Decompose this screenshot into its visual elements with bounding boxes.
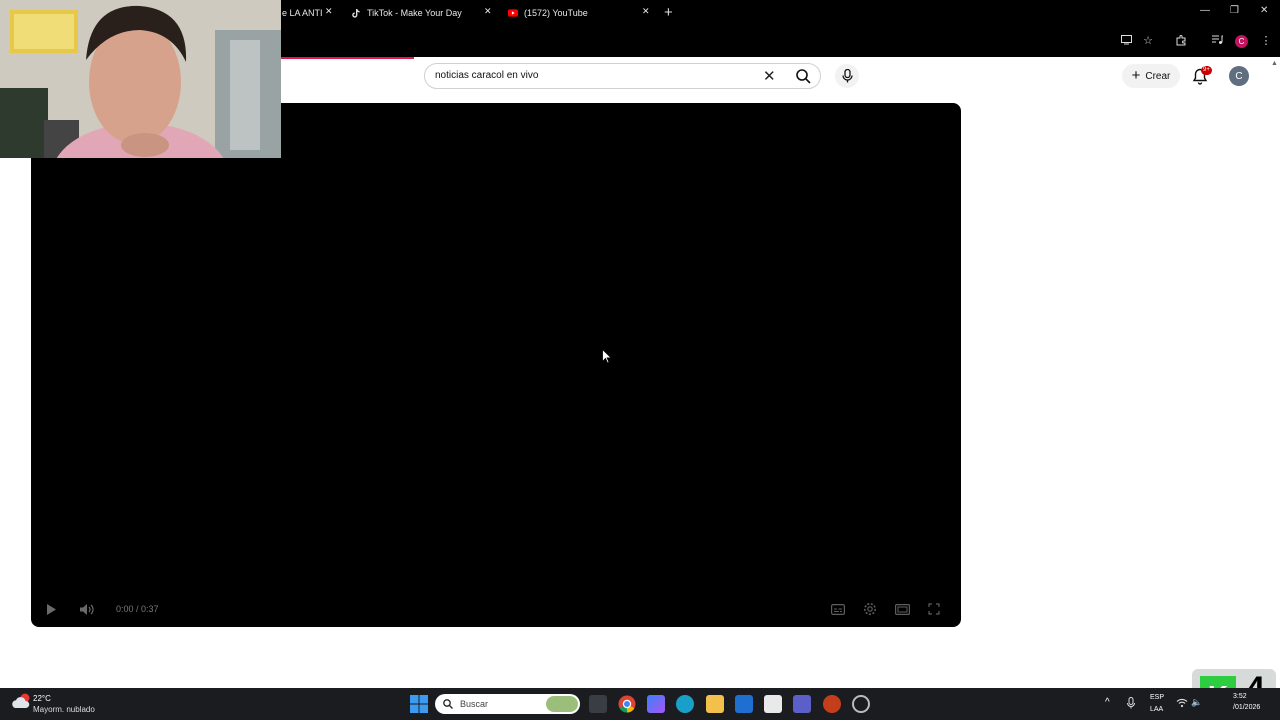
clear-search-icon[interactable]: ✕ — [763, 67, 776, 85]
install-app-icon[interactable] — [1119, 33, 1133, 47]
video-player[interactable]: 0:00 / 0:37 — [31, 103, 961, 627]
settings-button[interactable] — [862, 601, 878, 617]
search-highlight-image — [546, 696, 578, 712]
create-label: Crear — [1145, 70, 1171, 82]
settings-taskbar-icon[interactable] — [852, 695, 870, 713]
youtube-icon — [508, 8, 518, 18]
tray-overflow-chevron-icon[interactable]: ^ — [1105, 697, 1110, 708]
create-button[interactable]: + Crear — [1122, 64, 1180, 88]
time-display: 0:00 / 0:37 — [116, 604, 159, 614]
weather-description[interactable]: Mayorm. nublado — [33, 705, 95, 714]
microsoft-store-icon[interactable] — [764, 695, 782, 713]
weather-temperature[interactable]: 22°C — [33, 694, 51, 703]
speaker-icon[interactable]: 🔈 — [1191, 697, 1202, 708]
theater-mode-button[interactable] — [894, 601, 910, 617]
clock-time[interactable]: 3:52 — [1233, 693, 1247, 700]
tab-3-title: (1572) YouTube — [524, 8, 588, 18]
tab-3-close-icon[interactable]: ✕ — [642, 6, 650, 17]
fullscreen-icon — [928, 603, 940, 615]
tab-1[interactable]: e LA ANTI — [282, 0, 342, 26]
task-view-icon[interactable] — [589, 695, 607, 713]
page-loading-bar — [280, 57, 414, 59]
media-controls-icon[interactable] — [1210, 33, 1224, 47]
chrome-menu-icon[interactable]: ⋮ — [1259, 33, 1273, 47]
play-button[interactable] — [44, 601, 60, 617]
minimize-icon[interactable]: — — [1200, 5, 1210, 16]
search-input[interactable]: noticias caracol en vivo — [435, 70, 538, 81]
volume-button[interactable] — [78, 601, 94, 617]
windows-taskbar — [0, 688, 1280, 720]
browser-profile-avatar[interactable]: C — [1235, 35, 1248, 48]
plus-icon: + — [1131, 67, 1141, 84]
windows-start-icon[interactable] — [410, 695, 428, 713]
mail-icon[interactable] — [735, 695, 753, 713]
teams-icon[interactable] — [793, 695, 811, 713]
tab-2[interactable]: TikTok - Make Your Day — [351, 0, 491, 26]
notification-badge: 9+ — [1201, 66, 1212, 75]
theater-mode-icon — [894, 603, 910, 615]
chrome-taskbar-icon[interactable] — [618, 695, 636, 713]
webcam-feed — [0, 0, 281, 158]
clock-date[interactable]: /01/2026 — [1233, 704, 1260, 711]
window-close-icon[interactable]: ✕ — [1260, 5, 1268, 16]
powerpoint-icon[interactable] — [823, 695, 841, 713]
restore-icon[interactable]: ❐ — [1230, 5, 1239, 16]
taskbar-search-icon — [443, 699, 453, 709]
tab-1-close-icon[interactable]: ✕ — [325, 6, 333, 17]
webcam-overlay — [0, 0, 281, 158]
volume-icon — [79, 603, 94, 615]
new-tab-icon[interactable]: + — [664, 4, 673, 21]
fullscreen-button[interactable] — [926, 601, 942, 617]
language-bottom[interactable]: LAA — [1150, 706, 1163, 713]
voice-search-button[interactable] — [835, 64, 859, 88]
wifi-icon[interactable] — [1176, 698, 1188, 708]
tab-2-title: TikTok - Make Your Day — [367, 8, 462, 18]
tab-2-close-icon[interactable]: ✕ — [484, 6, 492, 17]
taskbar-search-placeholder: Buscar — [460, 699, 489, 709]
tray-microphone-icon[interactable] — [1127, 697, 1135, 709]
copilot-icon[interactable] — [647, 695, 665, 713]
scrollbar-up-arrow-icon[interactable]: ▲ — [1271, 60, 1278, 67]
language-top[interactable]: ESP — [1150, 694, 1164, 701]
account-avatar[interactable]: C — [1229, 66, 1249, 86]
subtitles-icon — [831, 603, 845, 615]
extensions-icon[interactable] — [1174, 33, 1188, 47]
edge-icon[interactable] — [676, 695, 694, 713]
tab-3[interactable]: (1572) YouTube — [508, 0, 648, 26]
bookmark-star-icon[interactable]: ☆ — [1141, 33, 1155, 47]
mouse-cursor-icon — [602, 349, 611, 364]
tiktok-icon — [351, 8, 361, 18]
microphone-icon — [841, 69, 853, 83]
search-button[interactable] — [786, 63, 820, 89]
subtitles-button[interactable] — [830, 601, 846, 617]
player-controls: 0:00 / 0:37 — [31, 593, 961, 623]
search-icon — [795, 68, 811, 84]
search-box[interactable]: noticias caracol en vivo ✕ — [424, 63, 821, 89]
file-explorer-icon[interactable] — [706, 695, 724, 713]
weather-cloud-icon[interactable] — [11, 693, 31, 711]
tab-1-title: e LA ANTI — [282, 8, 323, 18]
gear-icon — [864, 603, 876, 615]
play-icon — [47, 603, 56, 615]
